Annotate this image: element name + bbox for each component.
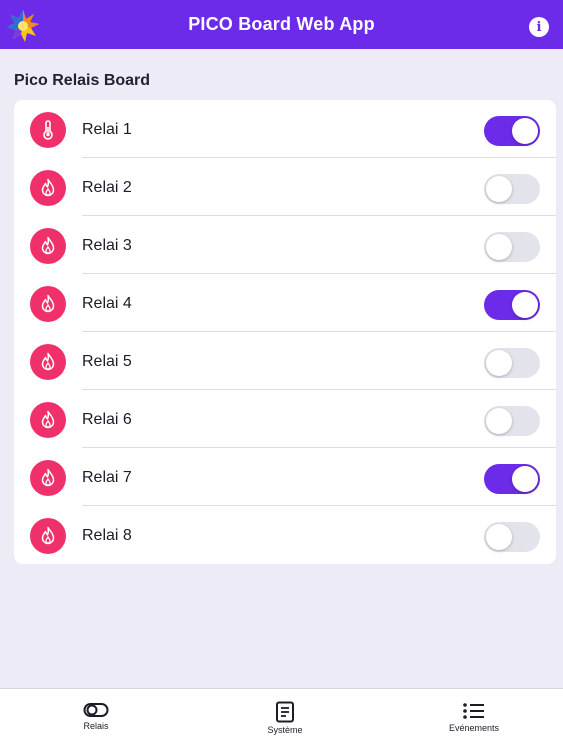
- relay-label: Relai 4: [82, 295, 132, 312]
- toggle-knob: [486, 408, 512, 434]
- document-icon: [276, 701, 294, 723]
- bottom-tab-bar: Relais Système Evénements: [0, 688, 563, 744]
- relay-toggle[interactable]: [484, 348, 540, 378]
- colorful-sun-logo: [7, 10, 39, 42]
- tab-label: Relais: [83, 721, 109, 731]
- toggle-knob: [512, 292, 538, 318]
- section-title: Pico Relais Board: [14, 72, 151, 89]
- toggle-knob: [512, 466, 538, 492]
- flame-icon: [30, 460, 66, 496]
- relay-list-card: Relai 1 Relai 2 Relai 3 Relai 4 Relai 5 Relai…: [14, 100, 556, 564]
- relay-row: Relai 7: [14, 448, 556, 506]
- relay-toggle[interactable]: [484, 290, 540, 320]
- tab-systeme[interactable]: Système: [225, 689, 345, 744]
- flame-icon: [30, 344, 66, 380]
- relay-row: Relai 2: [14, 158, 556, 216]
- relay-label: Relai 8: [82, 527, 132, 544]
- relay-label: Relai 3: [82, 237, 132, 254]
- relay-row: Relai 5: [14, 332, 556, 390]
- relay-toggle[interactable]: [484, 116, 540, 146]
- list-icon: [463, 703, 484, 719]
- toggle-knob: [486, 176, 512, 202]
- flame-icon: [30, 518, 66, 554]
- relay-label: Relai 6: [82, 411, 132, 428]
- app-title: PICO Board Web App: [188, 14, 375, 34]
- toggle-knob: [486, 350, 512, 376]
- toggle-knob: [512, 118, 538, 144]
- info-icon[interactable]: i: [529, 17, 549, 37]
- relay-toggle[interactable]: [484, 522, 540, 552]
- relay-toggle[interactable]: [484, 406, 540, 436]
- toggle-knob: [486, 234, 512, 260]
- relay-label: Relai 7: [82, 469, 132, 486]
- tab-label: Evénements: [448, 723, 500, 733]
- flame-icon: [30, 170, 66, 206]
- relay-label: Relai 5: [82, 353, 132, 370]
- toggle-knob: [486, 524, 512, 550]
- flame-icon: [30, 228, 66, 264]
- relay-toggle[interactable]: [484, 174, 540, 204]
- tab-relais[interactable]: Relais: [36, 689, 156, 744]
- relay-label: Relai 2: [82, 179, 132, 196]
- relay-label: Relai 1: [82, 121, 132, 138]
- relay-row: Relai 6: [14, 390, 556, 448]
- relay-row: Relai 4: [14, 274, 556, 332]
- thermometer-icon: [30, 112, 66, 148]
- relay-toggle[interactable]: [484, 232, 540, 262]
- relay-row: Relai 1: [14, 100, 556, 158]
- relay-row: Relai 3: [14, 216, 556, 274]
- relay-row: Relai 8: [14, 506, 556, 564]
- tab-evenements[interactable]: Evénements: [414, 689, 534, 744]
- toggle-icon: [83, 703, 109, 717]
- flame-icon: [30, 402, 66, 438]
- app-header: PICO Board Web App i: [0, 0, 563, 49]
- flame-icon: [30, 286, 66, 322]
- relay-toggle[interactable]: [484, 464, 540, 494]
- tab-label: Système: [267, 725, 303, 735]
